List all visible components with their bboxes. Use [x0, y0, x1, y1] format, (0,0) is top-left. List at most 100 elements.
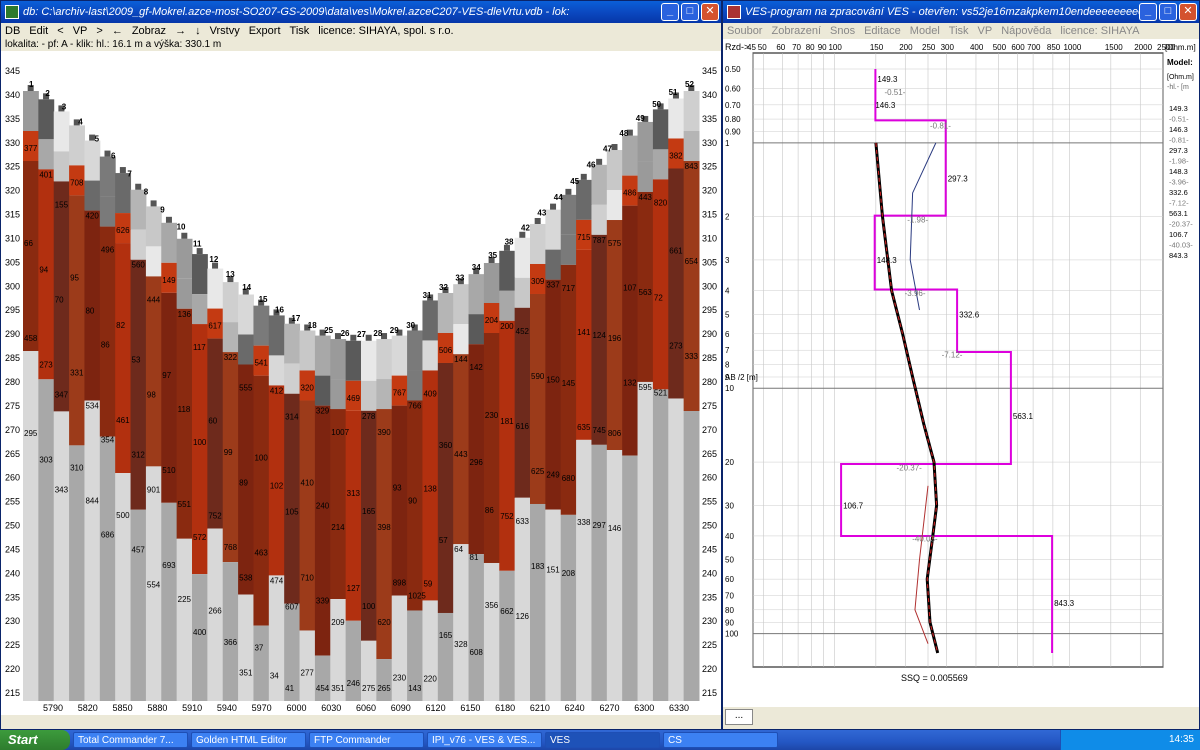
cross-section-plot[interactable]: 345 345 340 340 335 335 330 330 325 325 320 320 315 3…	[1, 51, 721, 715]
right-menu-item-1[interactable]: Zobrazení	[771, 25, 821, 37]
resistivity-label: 89	[239, 479, 248, 488]
y-tick: 0.90	[725, 128, 741, 137]
right-menu-item-4[interactable]: Model	[910, 25, 940, 37]
left-menu-item-1[interactable]: Edit	[29, 25, 48, 37]
right-menubar: Soubor Zobrazení Snos Editace Model Tisk VP Náp…	[723, 23, 1199, 39]
model-value: 332.6	[1169, 188, 1188, 197]
probe-number: 3	[62, 102, 67, 111]
left-titlebar[interactable]: db: C:\archiv-last\2009_gf-Mokrel.azce-m…	[1, 1, 721, 23]
left-menu-item-0[interactable]: DB	[5, 25, 20, 37]
probe-number: 50	[652, 100, 661, 109]
layer-second	[130, 229, 147, 260]
resistivity-label: 401	[39, 170, 53, 179]
right-titlebar[interactable]: VES-program na zpracování VES - otevřen:…	[723, 1, 1199, 23]
probe-number: 31	[423, 291, 432, 300]
layer-second	[514, 277, 531, 308]
resistivity-label: 820	[654, 198, 668, 207]
taskbar-item-4[interactable]: VES	[545, 732, 660, 748]
layer-top	[115, 173, 132, 214]
model-value: -3.96-	[1169, 178, 1189, 187]
left-menu-item-11[interactable]: Tisk	[290, 25, 310, 37]
resistivity-label: 366	[224, 638, 238, 647]
right-menu-item-8[interactable]: licence: SIHAYA	[1060, 25, 1139, 37]
right-menu-item-6[interactable]: VP	[978, 25, 993, 37]
layer-bottom	[591, 444, 608, 701]
left-menu-item-10[interactable]: Export	[249, 25, 281, 37]
layer-top	[268, 315, 285, 356]
left-menu-item-6[interactable]: Zobraz	[132, 25, 166, 37]
right-menu-item-2[interactable]: Snos	[830, 25, 855, 37]
right-menu-item-0[interactable]: Soubor	[727, 25, 762, 37]
taskbar-item-3[interactable]: IPI_v76 - VES & VES...	[427, 732, 542, 748]
taskbar-item-1[interactable]: Golden HTML Editor	[191, 732, 306, 748]
y-tick-left: 310	[5, 233, 20, 243]
probe-head	[196, 248, 203, 255]
close-button[interactable]: ✕	[701, 3, 719, 21]
resistivity-label: 230	[485, 411, 499, 420]
resistivity-label: 196	[608, 334, 622, 343]
resistivity-label: 521	[654, 388, 668, 397]
resistivity-label: 333	[685, 352, 699, 361]
profile-column	[330, 333, 347, 701]
right-menu-item-7[interactable]: Nápověda	[1001, 25, 1051, 37]
right-menu-item-5[interactable]: Tisk	[949, 25, 969, 37]
left-menu-item-9[interactable]: Vrstvy	[210, 25, 240, 37]
maximize-button[interactable]: □	[681, 3, 699, 21]
taskbar-item-0[interactable]: Total Commander 7...	[73, 732, 188, 748]
x-tick: 6210	[530, 703, 550, 713]
resistivity-label: 768	[224, 543, 238, 552]
layer-red	[314, 405, 331, 656]
layer-red	[69, 195, 85, 446]
resistivity-label: 266	[208, 607, 222, 616]
left-menu-item-12[interactable]: licence: SIHAYA, spol. s r.o.	[318, 25, 453, 37]
left-menu-item-4[interactable]: >	[96, 25, 102, 37]
close-button[interactable]: ✕	[1179, 3, 1197, 21]
minimize-button[interactable]: _	[1139, 3, 1157, 21]
probe-head	[350, 334, 357, 341]
ves-plot[interactable]: Rzd-> 45 50 60 70 80 90 100 150 200 250 300 400 500 60…	[723, 39, 1199, 707]
start-button[interactable]: Start	[0, 730, 70, 750]
left-menu-item-8[interactable]: ↓	[195, 25, 201, 37]
layer-top	[53, 111, 70, 152]
y-tick-right: 230	[702, 616, 717, 626]
profile-column	[376, 333, 393, 701]
resistivity-label: 136	[178, 310, 192, 319]
resistivity-label: 249	[546, 471, 560, 480]
layer-bottom	[176, 538, 193, 701]
left-menu-item-7[interactable]: →	[175, 25, 186, 37]
y-tick-right: 245	[702, 544, 717, 554]
resistivity-label: 53	[132, 356, 141, 365]
left-menu-item-5[interactable]: ←	[112, 25, 123, 37]
resistivity-label: 377	[24, 144, 38, 153]
resistivity-label: 337	[546, 281, 560, 290]
x-tick: 70	[792, 43, 801, 52]
profile-column	[53, 105, 70, 701]
resistivity-label: 351	[331, 684, 345, 693]
probe-number: 32	[439, 283, 448, 292]
y-tick-left: 260	[5, 473, 20, 483]
curve-label: -20.37-	[896, 463, 922, 472]
probe-head	[165, 216, 172, 223]
layer-second	[192, 294, 208, 325]
location-info: lokalita: - pf: A - klik: hl.: 16.1 m a …	[5, 39, 222, 50]
cross-section-svg[interactable]: 345 345340 340335 335330 330325 325320 320315 3…	[1, 51, 721, 715]
right-menu-item-3[interactable]: Editace	[864, 25, 901, 37]
resistivity-label: 560	[132, 261, 146, 270]
layer-top	[637, 121, 654, 162]
profile-column	[468, 268, 485, 701]
layer-top	[238, 294, 254, 335]
curve-label: 563.1	[1013, 412, 1034, 421]
left-menu-item-3[interactable]: VP	[73, 25, 88, 37]
taskbar-item-5[interactable]: CS	[663, 732, 778, 748]
maximize-button[interactable]: □	[1159, 3, 1177, 21]
y-tick: 40	[725, 532, 734, 541]
profile-column	[622, 129, 639, 701]
resistivity-label: 60	[208, 417, 217, 426]
y-tick: 30	[725, 501, 734, 510]
left-menu-item-2[interactable]: <	[57, 25, 63, 37]
layer-bottom	[468, 554, 485, 701]
minimize-button[interactable]: _	[661, 3, 679, 21]
ves-svg[interactable]: Rzd->45 50 60 70 80 90 100 150 200 250 300 400 500 60…	[723, 39, 1199, 707]
profile-column	[652, 103, 669, 701]
taskbar-item-2[interactable]: FTP Commander	[309, 732, 424, 748]
